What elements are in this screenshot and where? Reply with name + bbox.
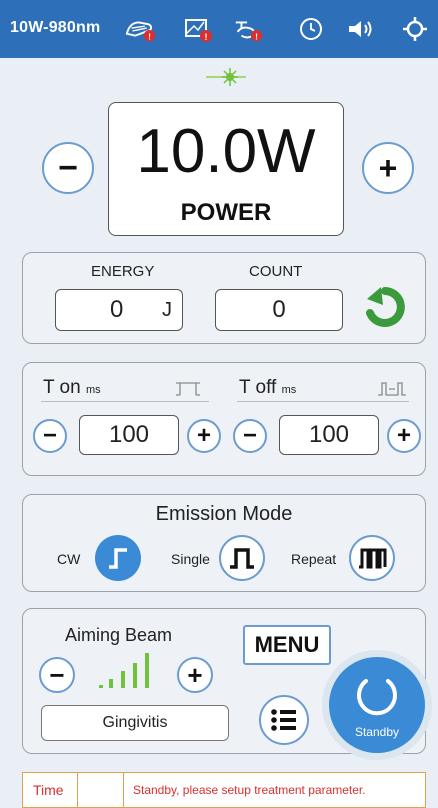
clock-icon[interactable] [294,12,328,46]
model-label: 10W-980nm [10,19,101,36]
mode-cw-label: CW [57,551,81,567]
ton-input[interactable]: 100 [79,415,179,455]
footswitch-alert-icon[interactable]: ! [124,12,158,46]
count-display: 0 [215,289,343,331]
energy-value: 0 [110,296,124,323]
level-bar [145,653,149,688]
ton-label: T on ms [43,377,101,398]
toff-divider [237,401,409,402]
ton-wave-icon [175,379,201,402]
level-bar [121,671,125,688]
speaker-icon[interactable] [344,12,378,46]
timing-panel: T on ms T off ms − 100 + − 100 + [22,362,426,476]
ton-increase-button[interactable]: + [187,419,221,453]
standby-button-face: Standby [329,657,425,753]
toff-increase-button[interactable]: + [387,419,421,453]
list-icon [271,709,296,731]
emission-mode-panel: Emission Mode CW Single Repeat [22,494,426,592]
fiber-alert-icon[interactable]: ! [182,12,216,46]
standby-label: Standby [354,725,400,739]
standby-button[interactable]: Standby [322,650,432,760]
power-label: POWER [180,199,272,226]
status-message: Standby, please setup treatment paramete… [133,783,366,797]
settings-icon[interactable] [398,12,432,46]
aiming-level-bars [95,649,157,694]
interlock-alert-icon[interactable]: ! [232,12,266,46]
power-value: 10.0W [136,117,316,186]
count-value: 0 [272,296,286,323]
svg-text:!: ! [205,32,208,42]
procedure-field[interactable]: Gingivitis [41,705,229,741]
ton-decrease-button[interactable]: − [33,419,67,453]
header-bar: 10W-980nm ! ! ! [0,0,438,58]
mode-cw-button[interactable] [95,535,141,581]
mode-repeat-label: Repeat [291,551,337,567]
single-pulse-icon [230,548,254,569]
toff-wave-icon [377,379,407,402]
energy-display: 0 J [55,289,183,331]
power-decrease-button[interactable]: − [42,142,94,194]
status-divider [123,773,124,807]
procedure-value: Gingivitis [102,714,168,731]
aiming-increase-button[interactable]: + [177,657,213,693]
mode-single-label: Single [171,551,210,567]
status-divider [77,773,78,807]
mode-repeat-button[interactable] [349,535,395,581]
cw-wave-icon [109,548,127,569]
svg-text:!: ! [148,31,151,41]
ton-divider [41,401,209,402]
power-increase-button[interactable]: + [362,142,414,194]
energy-label: ENERGY [91,263,155,280]
mode-single-button[interactable] [219,535,265,581]
level-bar [99,685,103,688]
energy-count-panel: ENERGY COUNT 0 J 0 [22,252,426,344]
toff-decrease-button[interactable]: − [233,419,267,453]
svg-text:!: ! [255,31,258,41]
power-ring-icon [357,679,397,716]
aiming-decrease-button[interactable]: − [39,657,75,693]
aiming-beam-title: Aiming Beam [65,625,173,645]
count-label: COUNT [249,263,303,280]
status-bar: Time Standby, please setup treatment par… [22,772,426,808]
level-bar [109,679,113,688]
toff-label: T off ms [239,377,297,398]
repeat-pulse-icon [359,548,387,569]
toff-value: 100 [308,421,350,448]
emission-mode-title: Emission Mode [155,503,293,525]
level-bar [133,663,137,688]
list-button[interactable] [259,695,309,745]
ton-value: 100 [108,421,150,448]
time-label: Time [33,782,64,798]
power-display: 10.0W POWER [108,102,344,236]
energy-unit: J [162,298,172,321]
laser-indicator-icon [204,64,248,90]
reset-icon[interactable] [361,283,409,331]
menu-button[interactable]: MENU [243,625,331,665]
toff-input[interactable]: 100 [279,415,379,455]
